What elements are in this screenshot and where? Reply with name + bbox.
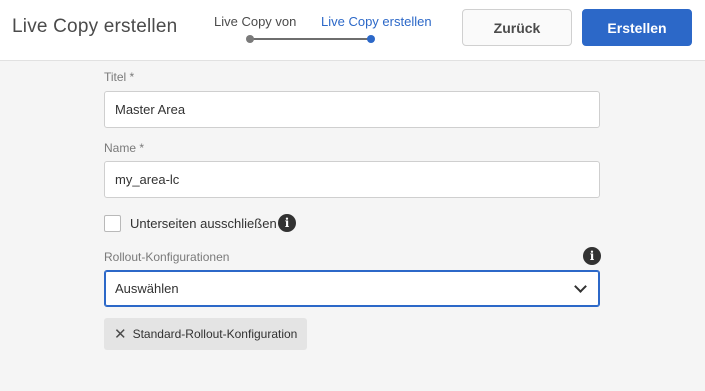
step-connector bbox=[251, 38, 371, 40]
back-button[interactable]: Zurück bbox=[462, 9, 572, 46]
info-icon[interactable]: i bbox=[278, 214, 296, 232]
title-input[interactable]: Master Area bbox=[104, 91, 600, 128]
rollout-config-select[interactable]: Auswählen bbox=[104, 270, 600, 307]
wizard-steps: Live Copy von Live Copy erstellen bbox=[200, 0, 440, 60]
header-bar: Live Copy erstellen Live Copy von Live C… bbox=[0, 0, 705, 61]
step-label-create: Live Copy erstellen bbox=[321, 14, 432, 29]
info-icon[interactable]: i bbox=[583, 247, 601, 265]
name-field-label: Name * bbox=[104, 141, 145, 155]
page-title: Live Copy erstellen bbox=[12, 16, 178, 37]
rollout-config-label: Rollout-Konfigurationen bbox=[104, 250, 230, 264]
selected-config-tag: ✕ Standard-Rollout-Konfiguration bbox=[104, 318, 307, 350]
rollout-config-placeholder: Auswählen bbox=[115, 281, 179, 296]
step-label-source: Live Copy von bbox=[214, 14, 297, 29]
close-icon[interactable]: ✕ bbox=[114, 325, 127, 343]
chevron-down-icon[interactable] bbox=[574, 280, 587, 293]
exclude-subpages-label[interactable]: Unterseiten ausschließen bbox=[130, 216, 277, 231]
selected-config-label: Standard-Rollout-Konfiguration bbox=[132, 327, 298, 341]
step-dot-source bbox=[246, 35, 254, 43]
name-input[interactable]: my_area-lc bbox=[104, 161, 600, 198]
title-field-label: Titel * bbox=[104, 70, 135, 84]
create-button[interactable]: Erstellen bbox=[582, 9, 692, 46]
exclude-subpages-checkbox[interactable] bbox=[104, 215, 121, 232]
step-dot-create bbox=[367, 35, 375, 43]
